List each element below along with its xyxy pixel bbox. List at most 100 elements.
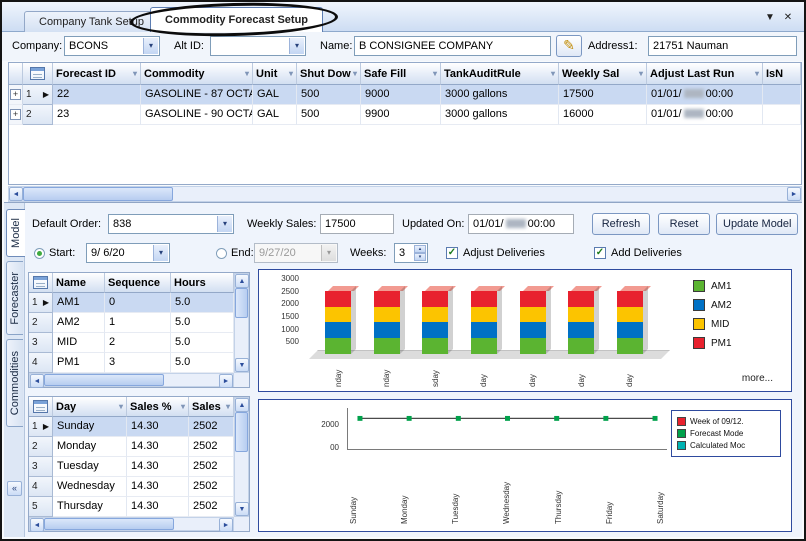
tab-company-tank-setup[interactable]: Company Tank Setup: [24, 11, 159, 32]
scrollbar-track[interactable]: [235, 452, 248, 502]
side-tab-model[interactable]: Model: [6, 209, 25, 257]
collapse-button[interactable]: «: [7, 481, 22, 496]
scroll-up-icon[interactable]: ▲: [235, 398, 249, 412]
expand-cell[interactable]: +: [9, 85, 23, 105]
column-header-shut-down[interactable]: Shut Dow▾: [297, 63, 361, 85]
scroll-right-icon[interactable]: ►: [787, 187, 801, 201]
spin-down-icon[interactable]: ▾: [414, 253, 426, 261]
row-selector-header[interactable]: [23, 63, 53, 85]
expand-cell[interactable]: +: [9, 105, 23, 125]
cell-sequence[interactable]: 0: [105, 293, 171, 313]
row-header[interactable]: 1▶: [23, 85, 53, 105]
scrollbar-thumb[interactable]: [44, 518, 174, 530]
cell-sequence[interactable]: 2: [105, 333, 171, 353]
column-header-forecast-id[interactable]: Forecast ID▾: [53, 63, 141, 85]
cell-weekly-sales[interactable]: 16000: [559, 105, 647, 125]
cell-commodity[interactable]: GASOLINE - 90 OCTA: [141, 105, 253, 125]
column-header-hours[interactable]: Hours: [171, 273, 234, 293]
weekly-sales-field[interactable]: 17500: [320, 214, 394, 234]
sort-down-icon[interactable]: ▾: [637, 69, 643, 78]
cell-day[interactable]: Monday: [53, 437, 127, 457]
row-header[interactable]: 5: [29, 497, 53, 517]
scroll-up-icon[interactable]: ▲: [235, 274, 249, 288]
row-header[interactable]: 3: [29, 333, 53, 353]
start-radio[interactable]: [34, 248, 45, 259]
side-tab-forecaster[interactable]: Forecaster: [6, 261, 23, 335]
end-radio[interactable]: [216, 248, 227, 259]
cell-isn[interactable]: [763, 85, 801, 105]
sort-down-icon[interactable]: ▾: [549, 69, 555, 78]
row-header[interactable]: 2: [29, 437, 53, 457]
scrollbar-track[interactable]: [173, 187, 787, 201]
table-row[interactable]: 3 Tuesday 14.30 2502: [29, 457, 234, 477]
cell-sales-pct[interactable]: 14.30: [127, 437, 189, 457]
cell-sales[interactable]: 2502: [189, 457, 234, 477]
cell-day[interactable]: Wednesday: [53, 477, 127, 497]
cell-weekly-sales[interactable]: 17500: [559, 85, 647, 105]
sort-down-icon[interactable]: ▾: [287, 69, 293, 78]
close-icon[interactable]: ✕: [780, 10, 796, 26]
grid-horizontal-scrollbar[interactable]: ◄ ►: [8, 186, 802, 202]
row-header[interactable]: 3: [29, 457, 53, 477]
alt-id-select[interactable]: ▾: [210, 36, 306, 56]
scroll-right-icon[interactable]: ►: [219, 518, 233, 532]
scroll-left-icon[interactable]: ◄: [30, 518, 44, 532]
expand-icon[interactable]: +: [10, 89, 21, 100]
cell-hours[interactable]: 5.0: [171, 353, 234, 373]
cell-name[interactable]: MID: [53, 333, 105, 353]
cell-adjust-last-run[interactable]: 01/01/00:00: [647, 85, 763, 105]
cell-unit[interactable]: GAL: [253, 105, 297, 125]
cell-adjust-last-run[interactable]: 01/01/00:00: [647, 105, 763, 125]
cell-tank-audit-rule[interactable]: 3000 gallons: [441, 85, 559, 105]
scroll-right-icon[interactable]: ►: [219, 374, 233, 388]
sort-down-icon[interactable]: ▾: [224, 402, 230, 411]
row-header[interactable]: 1▶: [29, 417, 53, 437]
start-date-picker[interactable]: 9/ 6/20 ▾: [86, 243, 170, 263]
spin-up-icon[interactable]: ▴: [414, 245, 426, 253]
scroll-down-icon[interactable]: ▼: [235, 358, 249, 372]
chevron-down-icon[interactable]: ▾: [153, 245, 168, 261]
cell-unit[interactable]: GAL: [253, 85, 297, 105]
cell-sequence[interactable]: 3: [105, 353, 171, 373]
cell-safe-fill[interactable]: 9000: [361, 85, 441, 105]
scrollbar-thumb[interactable]: [44, 374, 164, 386]
cell-hours[interactable]: 5.0: [171, 333, 234, 353]
sort-down-icon[interactable]: ▾: [431, 69, 437, 78]
reset-button[interactable]: Reset: [658, 213, 710, 235]
cell-tank-audit-rule[interactable]: 3000 gallons: [441, 105, 559, 125]
chevron-down-icon[interactable]: ▾: [143, 38, 158, 54]
legend-more-link[interactable]: more...: [742, 373, 773, 384]
cell-sales[interactable]: 2502: [189, 497, 234, 517]
cell-sales-pct[interactable]: 14.30: [127, 477, 189, 497]
updated-on-field[interactable]: 01/01/00:00: [468, 214, 574, 234]
horizontal-scrollbar[interactable]: ◄ ►: [29, 373, 234, 387]
table-row[interactable]: 5 Thursday 14.30 2502: [29, 497, 234, 517]
scrollbar-track[interactable]: [164, 374, 219, 386]
column-header-tank-audit-rule[interactable]: TankAuditRule▾: [441, 63, 559, 85]
scroll-left-icon[interactable]: ◄: [30, 374, 44, 388]
cell-day[interactable]: Tuesday: [53, 457, 127, 477]
column-header-sales-pct[interactable]: Sales %▾: [127, 397, 189, 417]
cell-sales[interactable]: 2502: [189, 437, 234, 457]
scroll-down-icon[interactable]: ▼: [235, 502, 249, 516]
cell-shut-down[interactable]: 500: [297, 85, 361, 105]
cell-name[interactable]: AM2: [53, 313, 105, 333]
sort-down-icon[interactable]: ▾: [753, 69, 759, 78]
address1-field[interactable]: 21751 Nauman: [648, 36, 797, 56]
pin-icon[interactable]: ▼: [762, 10, 778, 26]
horizontal-scrollbar[interactable]: ◄ ►: [29, 517, 234, 531]
cell-shut-down[interactable]: 500: [297, 105, 361, 125]
cell-sales[interactable]: 2502: [189, 417, 234, 437]
cell-hours[interactable]: 5.0: [171, 293, 234, 313]
table-row[interactable]: 4 PM1 3 5.0: [29, 353, 234, 373]
scrollbar-thumb[interactable]: [23, 187, 173, 201]
expand-icon[interactable]: +: [10, 109, 21, 120]
cell-forecast-id[interactable]: 22: [53, 85, 141, 105]
table-row[interactable]: 1▶ AM1 0 5.0: [29, 293, 234, 313]
sort-down-icon[interactable]: ▾: [131, 69, 137, 78]
row-header[interactable]: 4: [29, 353, 53, 373]
update-model-button[interactable]: Update Model: [716, 213, 798, 235]
column-header-name[interactable]: Name: [53, 273, 105, 293]
cell-day[interactable]: Thursday: [53, 497, 127, 517]
cell-name[interactable]: AM1: [53, 293, 105, 313]
